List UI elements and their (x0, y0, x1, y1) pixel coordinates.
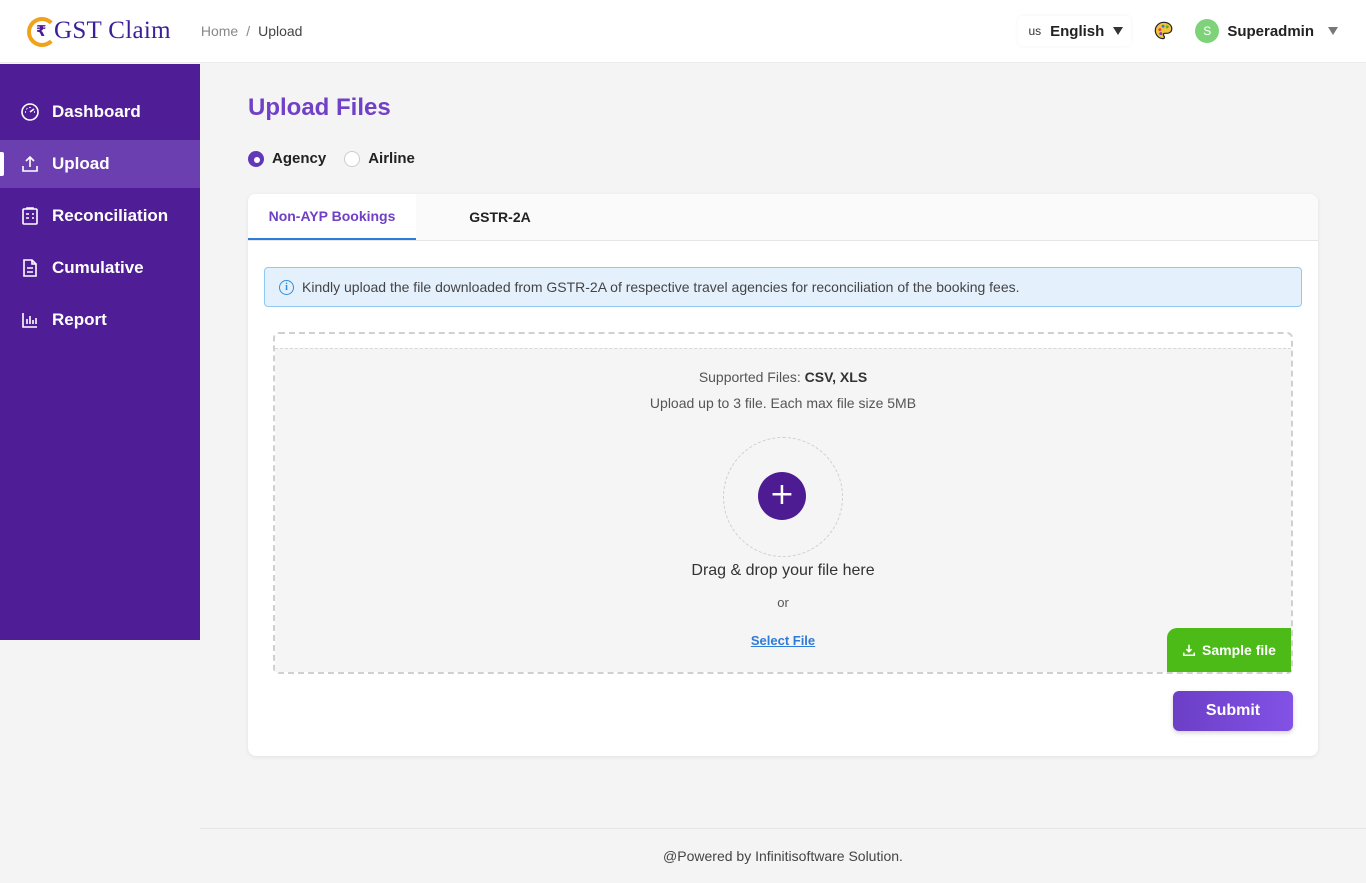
tab-bar: Non-AYP Bookings GSTR-2A (248, 194, 1318, 241)
sample-file-label: Sample file (1202, 642, 1276, 658)
page-title: Upload Files (248, 94, 391, 121)
radio-label: Agency (272, 150, 327, 167)
sidebar-item-dashboard[interactable]: Dashboard (0, 88, 200, 136)
sidebar-item-reconciliation[interactable]: Reconciliation (0, 192, 200, 240)
sidebar-item-label: Reconciliation (52, 206, 169, 225)
info-alert: i Kindly upload the file downloaded from… (264, 267, 1302, 307)
chevron-down-icon (1113, 27, 1124, 35)
breadcrumb-separator: / (246, 23, 251, 39)
dropzone-area: Supported Files: CSV, XLS Upload up to 3… (275, 348, 1291, 672)
footer: @Powered by Infinitisoftware Solution. (200, 828, 1366, 883)
upload-card: Non-AYP Bookings GSTR-2A i Kindly upload… (248, 194, 1318, 756)
sidebar-item-cumulative[interactable]: Cumulative (0, 244, 200, 292)
top-header: ₹ GST Claim Home / Upload us English S S… (0, 0, 1366, 63)
add-file-ring: + (723, 437, 843, 557)
supported-file-types: CSV, XLS (804, 369, 868, 385)
avatar: S (1195, 19, 1220, 43)
sidebar-item-label: Cumulative (52, 258, 144, 277)
palette-icon[interactable] (1153, 20, 1175, 42)
footer-text: @Powered by Infinitisoftware Solution. (663, 848, 903, 864)
download-icon (1182, 644, 1196, 657)
upload-limit-text: Upload up to 3 file. Each max file size … (649, 395, 917, 411)
sidebar-item-label: Dashboard (52, 102, 141, 121)
info-icon: i (279, 279, 294, 295)
drag-drop-text: Drag & drop your file here (691, 562, 875, 579)
breadcrumb-home[interactable]: Home (201, 23, 238, 39)
dropzone[interactable]: Supported Files: CSV, XLS Upload up to 3… (273, 332, 1293, 674)
select-file-link: Select File (275, 633, 1291, 648)
tab-non-ayp-bookings[interactable]: Non-AYP Bookings (248, 194, 416, 240)
radio-airline[interactable]: Airline (344, 150, 415, 167)
sidebar-item-report[interactable]: Report (0, 296, 200, 344)
radio-checked-icon (248, 150, 264, 167)
radio-unchecked-icon (344, 150, 361, 167)
breadcrumb-current: Upload (258, 23, 303, 39)
upload-icon (20, 154, 40, 174)
sidebar-item-label: Report (52, 310, 107, 329)
sidebar-item-label: Upload (52, 154, 110, 173)
user-name: Superadmin (1227, 22, 1314, 40)
info-text: Kindly upload the file downloaded from G… (302, 279, 1020, 295)
app-logo[interactable]: ₹ GST Claim (27, 11, 171, 51)
flag-icon: us (1028, 24, 1042, 38)
submit-button[interactable]: Submit (1173, 691, 1293, 731)
source-radio-group: Agency Airline (248, 150, 433, 167)
document-icon (20, 258, 40, 278)
radio-agency[interactable]: Agency (248, 150, 326, 167)
radio-label: Airline (368, 150, 415, 167)
user-menu[interactable]: S Superadmin (1195, 19, 1338, 43)
supported-files-text: Supported Files: CSV, XLS (698, 369, 868, 385)
tab-gstr-2a[interactable]: GSTR-2A (416, 194, 584, 240)
chevron-down-icon (1328, 27, 1338, 35)
dashboard-icon (20, 102, 40, 122)
breadcrumb: Home / Upload (201, 23, 303, 39)
reconciliation-icon (20, 206, 40, 226)
select-file-link-label[interactable]: Select File (751, 633, 815, 648)
sidebar-item-upload[interactable]: Upload (0, 140, 200, 188)
or-text: or (777, 595, 789, 610)
logo-text: GST Claim (54, 17, 171, 44)
add-file-button[interactable]: + (758, 472, 806, 520)
language-selector[interactable]: us English (1018, 16, 1132, 46)
language-label: English (1050, 22, 1105, 40)
rupee-logo-icon: ₹ (27, 14, 57, 48)
sample-file-button[interactable]: Sample file (1167, 628, 1291, 672)
sidebar: Dashboard Upload Reconciliation Cumulati… (0, 64, 200, 640)
bar-chart-icon (20, 310, 40, 330)
